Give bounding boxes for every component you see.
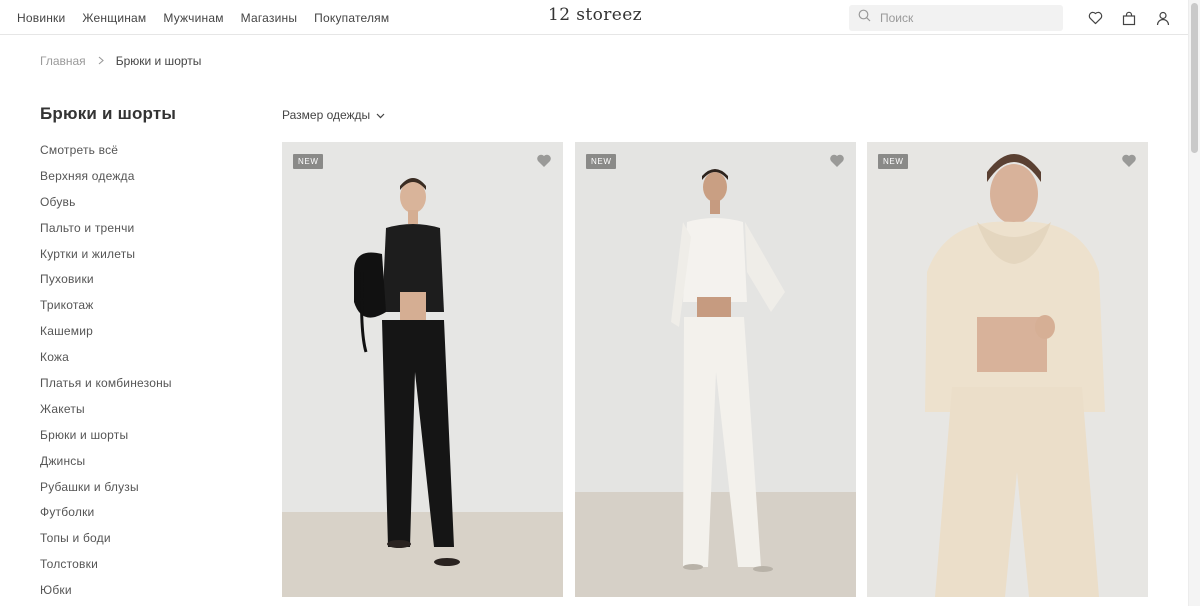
nav-link-stores[interactable]: Магазины (241, 11, 298, 25)
sidebar-item-leather[interactable]: Кожа (40, 350, 172, 376)
sidebar-item-tops[interactable]: Топы и боди (40, 531, 172, 557)
search-input[interactable] (880, 11, 1050, 25)
sidebar-item-cashmere[interactable]: Кашемир (40, 324, 172, 350)
sidebar-item-tshirts[interactable]: Футболки (40, 505, 172, 531)
category-title: Брюки и шорты (40, 104, 177, 123)
search-box[interactable] (849, 5, 1063, 31)
sidebar-item-skirts[interactable]: Юбки (40, 583, 172, 606)
product-card[interactable]: NEW (575, 142, 856, 597)
nav-link-men[interactable]: Мужчинам (163, 11, 223, 25)
sidebar-item-shoes[interactable]: Обувь (40, 195, 172, 221)
product-card[interactable]: NEW (867, 142, 1148, 597)
page-scrollbar[interactable] (1188, 0, 1200, 606)
product-photo (282, 142, 563, 597)
sidebar-item-trousers-shorts[interactable]: Брюки и шорты (40, 428, 172, 454)
sidebar-item-knitwear[interactable]: Трикотаж (40, 298, 172, 324)
user-icon[interactable] (1154, 9, 1172, 27)
breadcrumb-home[interactable]: Главная (40, 54, 86, 68)
sidebar-item-hoodies[interactable]: Толстовки (40, 557, 172, 583)
heart-icon[interactable] (829, 153, 845, 169)
product-photo (867, 142, 1148, 597)
sidebar-item-dresses[interactable]: Платья и комбинезоны (40, 376, 172, 402)
heart-icon[interactable] (536, 153, 552, 169)
new-badge: NEW (293, 154, 324, 169)
sidebar-item-down-jackets[interactable]: Пуховики (40, 272, 172, 298)
breadcrumb-current: Брюки и шорты (115, 54, 202, 68)
sidebar-item-blazers[interactable]: Жакеты (40, 402, 172, 428)
scrollbar-thumb[interactable] (1191, 3, 1198, 153)
size-filter-label: Размер одежды (282, 108, 371, 122)
site-logo[interactable]: 12 storeez (548, 5, 642, 25)
sidebar-item-outerwear[interactable]: Верхняя одежда (40, 169, 172, 195)
sidebar-item-shirts[interactable]: Рубашки и блузы (40, 480, 172, 506)
nav-link-customers[interactable]: Покупателям (314, 11, 389, 25)
new-badge: NEW (586, 154, 617, 169)
size-filter-dropdown[interactable]: Размер одежды (282, 108, 385, 122)
category-sidebar: Смотреть всё Верхняя одежда Обувь Пальто… (40, 143, 172, 606)
main-nav: Новинки Женщинам Мужчинам Магазины Покуп… (17, 0, 406, 35)
heart-icon[interactable] (1086, 9, 1104, 27)
sidebar-item-view-all[interactable]: Смотреть всё (40, 143, 172, 169)
product-photo (575, 142, 856, 597)
bag-icon[interactable] (1120, 9, 1138, 27)
breadcrumb-separator (98, 54, 104, 68)
new-badge: NEW (878, 154, 909, 169)
breadcrumb: Главная Брюки и шорты (40, 54, 201, 68)
heart-icon[interactable] (1121, 153, 1137, 169)
search-icon (858, 9, 878, 27)
chevron-down-icon (376, 108, 385, 122)
product-card[interactable]: NEW (282, 142, 563, 597)
sidebar-item-jackets-vests[interactable]: Куртки и жилеты (40, 247, 172, 273)
sidebar-item-coats[interactable]: Пальто и тренчи (40, 221, 172, 247)
sidebar-item-jeans[interactable]: Джинсы (40, 454, 172, 480)
site-header: Новинки Женщинам Мужчинам Магазины Покуп… (0, 0, 1188, 35)
nav-link-new[interactable]: Новинки (17, 11, 65, 25)
nav-link-women[interactable]: Женщинам (82, 11, 146, 25)
